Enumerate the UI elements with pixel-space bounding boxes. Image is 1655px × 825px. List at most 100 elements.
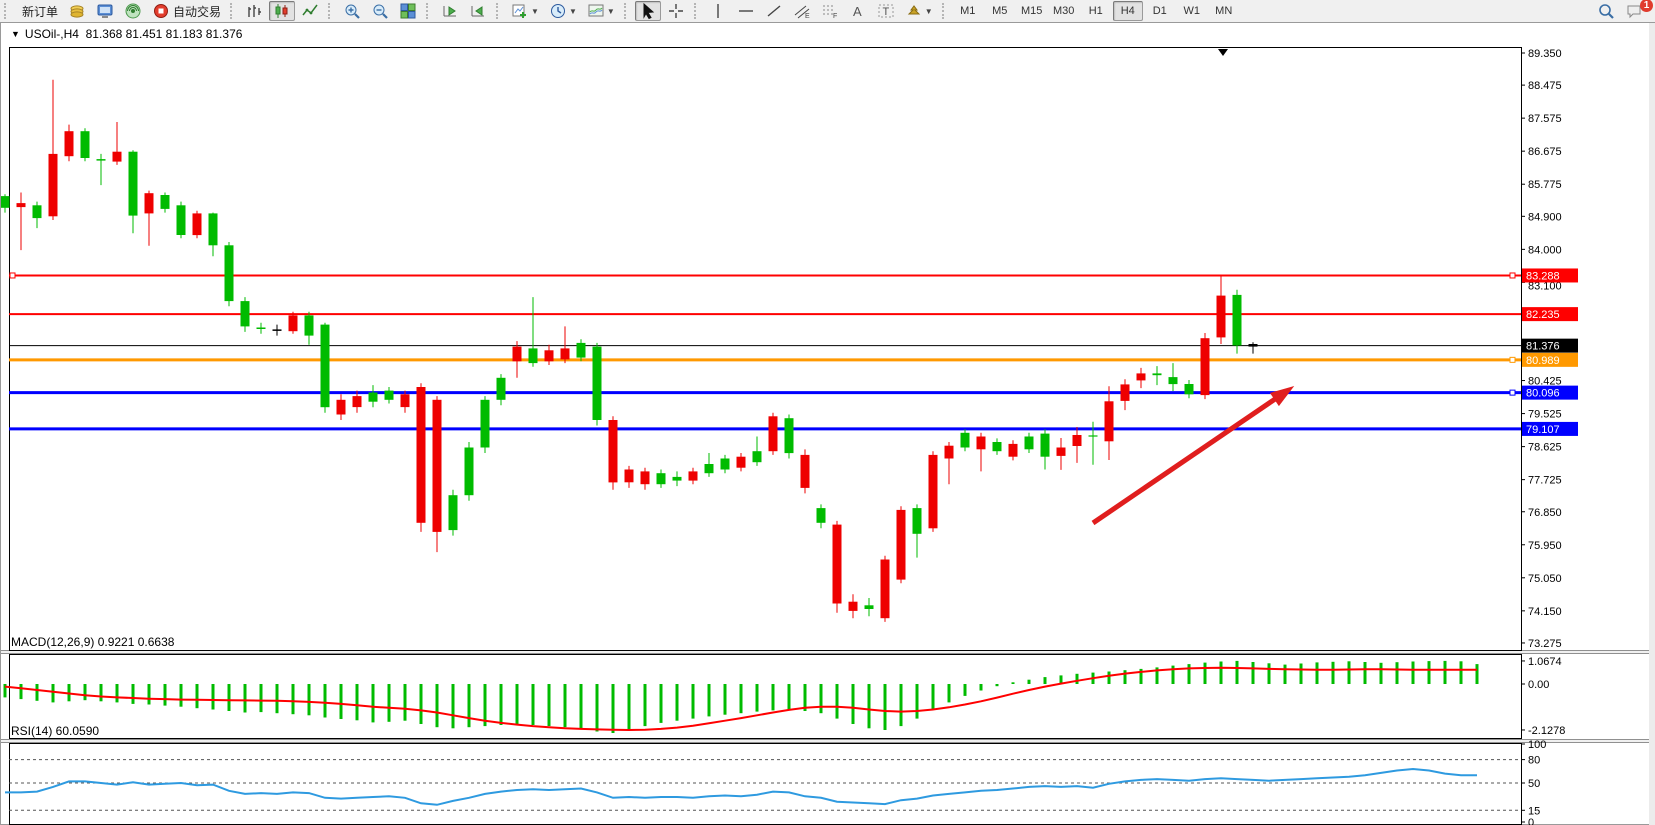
trendline-icon[interactable] (761, 1, 787, 21)
new-order-label: 新订单 (22, 3, 58, 20)
dropdown-arrow-icon[interactable]: ▼ (607, 7, 615, 16)
rsi-axis-tick: 0 (1528, 817, 1534, 825)
timeframe-m15-button[interactable]: M15 (1017, 1, 1047, 21)
price-badge-text: 80.989 (1526, 355, 1560, 367)
price-axis-tick: 74.150 (1528, 606, 1562, 618)
price-axis-tick: 88.475 (1528, 80, 1562, 92)
line-handle (1510, 390, 1515, 395)
toolbar-grip (230, 3, 237, 19)
auto-scroll-icon[interactable] (437, 1, 463, 21)
price-axis-tick: 86.675 (1528, 146, 1562, 158)
price-axis-tick: 78.625 (1528, 442, 1562, 454)
chart-canvas[interactable]: 89.35088.47587.57586.67585.77584.90084.0… (1, 23, 1655, 825)
timeframe-m1-button[interactable]: M1 (953, 1, 983, 21)
candlestick-chart-icon[interactable] (269, 1, 295, 21)
one-click-trading-arrow[interactable]: ▼ (11, 29, 20, 39)
rsi-axis-tick: 80 (1528, 755, 1540, 767)
price-axis-tick: 76.850 (1528, 507, 1562, 519)
terminal-icon[interactable] (92, 1, 118, 21)
price-axis-tick: 84.000 (1528, 244, 1562, 256)
price-badge-text: 83.288 (1526, 270, 1560, 282)
price-badge-text: 79.107 (1526, 424, 1560, 436)
price-badge-text: 81.376 (1526, 341, 1560, 353)
line-chart-icon[interactable] (297, 1, 323, 21)
timeframe-m5-button[interactable]: M5 (985, 1, 1015, 21)
bar-chart-icon[interactable] (241, 1, 267, 21)
line-handle (1510, 273, 1515, 278)
rsi-indicator-label: RSI(14) 60.0590 (11, 724, 99, 738)
macd-axis-tick: 1.0674 (1528, 656, 1562, 668)
text-label-icon[interactable]: T (873, 1, 899, 21)
svg-text:A: A (853, 4, 862, 19)
rsi-axis-tick: 50 (1528, 778, 1540, 790)
cursor-icon[interactable] (635, 1, 661, 21)
rsi-pane (10, 744, 1522, 825)
price-axis-tick: 85.775 (1528, 179, 1562, 191)
svg-text:T: T (882, 6, 889, 18)
svg-text:E: E (805, 13, 810, 20)
chat-button[interactable]: 1 (1621, 1, 1647, 21)
price-axis-tick: 75.950 (1528, 540, 1562, 552)
main-toolbar: 新订单 自动交易 ▼ ▼ ▼ E F A T ▼ M1M5M15M30H1H4D1W1MN 1 (0, 0, 1655, 23)
price-axis-tick: 89.350 (1528, 48, 1562, 60)
dropdown-arrow-icon[interactable]: ▼ (569, 7, 577, 16)
toolbar-grip (328, 3, 335, 19)
timeframe-h4-button[interactable]: H4 (1113, 1, 1143, 21)
timeframe-w1-button[interactable]: W1 (1177, 1, 1207, 21)
main-price-pane (10, 48, 1522, 651)
dropdown-arrow-icon[interactable]: ▼ (531, 7, 539, 16)
macd-axis-tick: -2.1278 (1528, 725, 1565, 737)
price-badge-text: 82.235 (1526, 309, 1560, 321)
autotrade-label: 自动交易 (173, 3, 221, 20)
price-badge-text: 80.096 (1526, 388, 1560, 400)
toolbar-grip (694, 3, 701, 19)
zoom-out-icon[interactable] (367, 1, 393, 21)
price-axis-tick: 75.050 (1528, 573, 1562, 585)
toolbar-grip (942, 3, 949, 19)
chart-svg[interactable]: 89.35088.47587.57586.67585.77584.90084.0… (1, 23, 1655, 825)
fibo-icon[interactable]: F (817, 1, 843, 21)
line-handle (1510, 357, 1515, 362)
macd-axis-tick: 0.00 (1528, 679, 1549, 691)
toolbar-grip (4, 3, 11, 19)
period-clock-icon[interactable]: ▼ (545, 1, 581, 21)
timeframe-m30-button[interactable]: M30 (1049, 1, 1079, 21)
macd-indicator-label: MACD(12,26,9) 0.9221 0.6638 (11, 635, 174, 649)
chart-shift-icon[interactable] (465, 1, 491, 21)
zoom-in-icon[interactable] (339, 1, 365, 21)
price-axis-tick: 73.275 (1528, 638, 1562, 650)
timeframe-d1-button[interactable]: D1 (1145, 1, 1175, 21)
symbol-ohlc-line[interactable]: ▼ USOil-,H4 81.368 81.451 81.183 81.376 (11, 27, 242, 41)
chart-window: 89.35088.47587.57586.67585.77584.90084.0… (0, 22, 1655, 825)
dropdown-arrow-icon[interactable]: ▼ (925, 7, 933, 16)
text-icon[interactable]: A (845, 1, 871, 21)
rsi-axis-tick: 100 (1528, 739, 1546, 751)
toolbar-grip (496, 3, 503, 19)
price-axis-tick: 79.525 (1528, 409, 1562, 421)
timeframe-mn-button[interactable]: MN (1209, 1, 1239, 21)
signals-icon[interactable] (120, 1, 146, 21)
trading-platform-window: 新订单 自动交易 ▼ ▼ ▼ E F A T ▼ M1M5M15M30H1H4D1W1MN 1 89.… (0, 0, 1655, 825)
line-handle (10, 273, 15, 278)
search-button[interactable] (1593, 1, 1619, 21)
svg-text:F: F (833, 13, 837, 20)
symbol-ohlc-text: USOil-,H4 81.368 81.451 81.183 81.376 (25, 27, 243, 41)
crosshair-icon[interactable] (663, 1, 689, 21)
notification-badge: 1 (1640, 0, 1653, 12)
new-order-button[interactable]: 新订单 (15, 1, 62, 21)
gold-stack-icon[interactable] (64, 1, 90, 21)
new-chart-icon[interactable]: ▼ (507, 1, 543, 21)
price-axis-tick: 84.900 (1528, 211, 1562, 223)
template-icon[interactable]: ▼ (583, 1, 619, 21)
toolbar-grip (426, 3, 433, 19)
timeframe-h1-button[interactable]: H1 (1081, 1, 1111, 21)
channel-icon[interactable]: E (789, 1, 815, 21)
hline-icon[interactable] (733, 1, 759, 21)
rsi-axis-tick: 15 (1528, 805, 1540, 817)
tile-windows-icon[interactable] (395, 1, 421, 21)
arrows-icon[interactable]: ▼ (901, 1, 937, 21)
macd-pane (10, 655, 1522, 739)
price-axis-tick: 77.725 (1528, 475, 1562, 487)
autotrade-button[interactable]: 自动交易 (148, 1, 225, 21)
vline-icon[interactable] (705, 1, 731, 21)
